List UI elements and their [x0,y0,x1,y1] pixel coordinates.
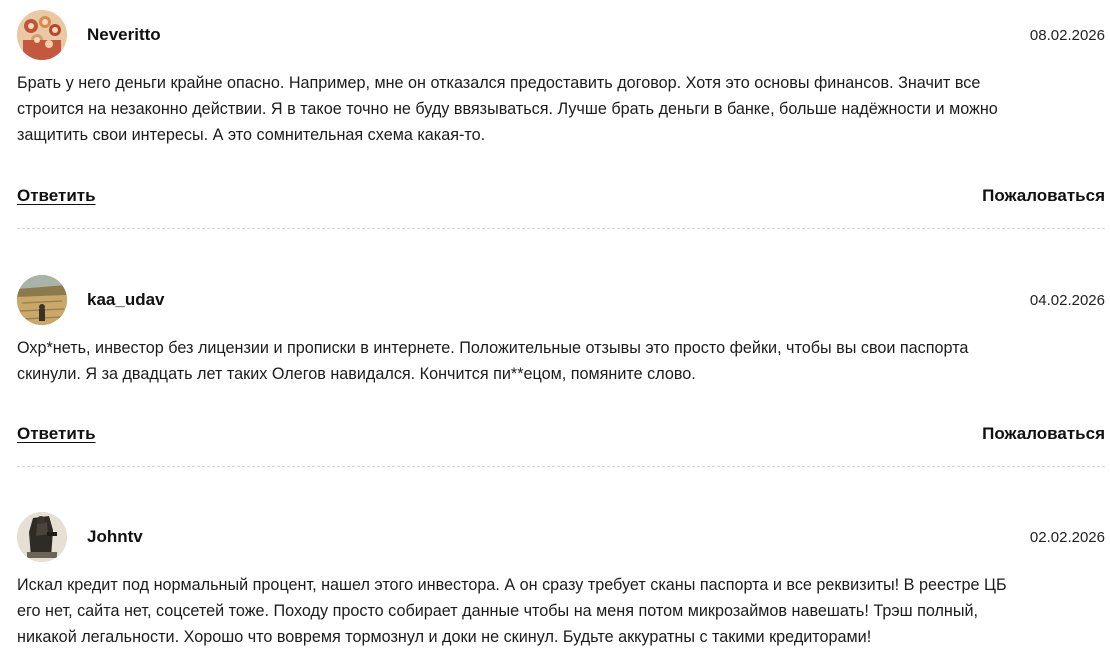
comment-header: Neveritto 08.02.2026 [17,10,1105,60]
comment-date: 02.02.2026 [1029,529,1105,546]
comment-text: Охр*неть, инвестор без лицензии и пропис… [17,339,969,383]
comment-item: Johntv 02.02.2026 Искал кредит под норма… [17,512,1105,650]
comment-header: kaa_udav 04.02.2026 [17,275,1105,325]
dark-figure-avatar[interactable] [17,512,67,562]
comment-author: kaa_udav [87,290,165,309]
comment-item: kaa_udav 04.02.2026 Охр*неть, инвестор б… [17,275,1105,387]
comment-divider [17,466,1105,467]
comment-author: Johntv [87,527,143,546]
reply-link[interactable]: Ответить [17,186,96,206]
comment-divider [17,228,1105,229]
complain-link[interactable]: Пожаловаться [982,424,1105,444]
family-painting-avatar[interactable] [17,10,67,60]
comment-text: Брать у него деньги крайне опасно. Напри… [17,74,998,144]
comment-actions: Ответить Пожаловаться [17,186,1105,210]
comment-author: Neveritto [87,25,161,44]
reply-link[interactable]: Ответить [17,424,96,444]
comment-date: 08.02.2026 [1029,27,1105,44]
comment-item: Neveritto 08.02.2026 Брать у него деньги… [17,10,1105,148]
complain-link[interactable]: Пожаловаться [982,186,1105,206]
comment-header: Johntv 02.02.2026 [17,512,1105,562]
comment-actions: Ответить Пожаловаться [17,424,1105,448]
comment-text: Искал кредит под нормальный процент, наш… [17,576,1007,646]
field-landscape-avatar[interactable] [17,275,67,325]
comment-date: 04.02.2026 [1029,292,1105,309]
